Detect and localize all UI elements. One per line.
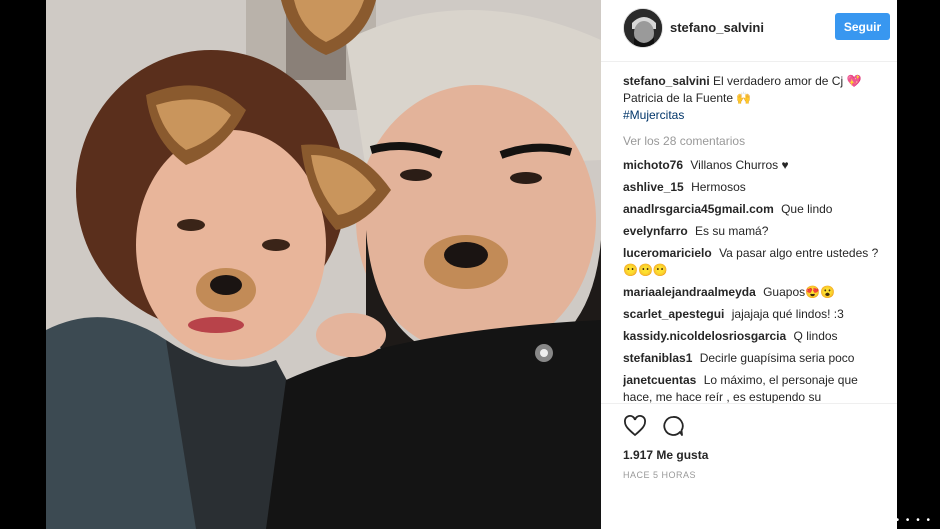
list-item: scarlet_apestegui jajajaja qué lindos! :… [623,306,889,323]
comment-username[interactable]: janetcuentas [623,373,696,387]
comment-text: Villanos Churros ♥ [690,158,789,172]
more-dots-icon: • • • • [895,515,932,526]
comment-username[interactable]: evelynfarro [623,224,688,238]
avatar-image [624,9,662,47]
comment-text: Es su mamá? [695,224,769,238]
post-actions: 1.917 Me gusta HACE 5 HORAS [601,403,897,529]
comment-text: Hermosos [691,180,746,194]
view-all-comments-link[interactable]: Ver los 28 comentarios [623,133,889,150]
post-timestamp: HACE 5 HORAS [623,470,697,480]
list-item: luceromaricielo Va pasar algo entre uste… [623,245,889,279]
list-item: janetcuentas Lo máximo, el personaje que… [623,372,889,403]
comment-username[interactable]: michoto76 [623,158,683,172]
heart-icon[interactable] [623,414,647,438]
comment-username[interactable]: mariaalejandraalmeyda [623,285,756,299]
comments-list: stefano_salvini El verdadero amor de Cj … [623,73,889,403]
list-item: kassidy.nicoldelosriosgarcia Q lindos [623,328,889,345]
post-details-panel: stefano_salvini Seguir stefano_salvini E… [601,0,897,529]
comment-text: jajajaja qué lindos! :3 [731,307,844,321]
comment-text: Que lindo [781,202,833,216]
comment-text: Decirle guapísima seria poco [699,351,855,365]
comment-username[interactable]: anadlrsgarcia45gmail.com [623,202,774,216]
comment-username[interactable]: luceromaricielo [623,246,712,260]
list-item: anadlrsgarcia45gmail.com Que lindo [623,201,889,218]
caption-username[interactable]: stefano_salvini [623,74,710,88]
comment-username[interactable]: ashlive_15 [623,180,684,194]
likes-count[interactable]: 1.917 Me gusta [623,448,708,462]
post-caption: stefano_salvini El verdadero amor de Cj … [623,73,889,124]
post-header: stefano_salvini Seguir [601,0,897,62]
list-item: michoto76 Villanos Churros ♥ [623,157,889,174]
list-item: ashlive_15 Hermosos [623,179,889,196]
photo-illustration [46,0,601,529]
comment-username[interactable]: scarlet_apestegui [623,307,724,321]
comment-username[interactable]: kassidy.nicoldelosriosgarcia [623,329,786,343]
comment-username[interactable]: stefaniblas1 [623,351,692,365]
hashtag-link[interactable]: #Mujercitas [623,108,684,122]
header-username[interactable]: stefano_salvini [670,20,764,35]
comment-icon[interactable] [661,414,685,438]
follow-button[interactable]: Seguir [835,13,890,40]
post-photo[interactable] [46,0,601,529]
list-item: stefaniblas1 Decirle guapísima seria poc… [623,350,889,367]
comment-text: Guapos😍😮 [763,285,836,299]
comment-text: Q lindos [793,329,838,343]
list-item: evelynfarro Es su mamá? [623,223,889,240]
avatar[interactable] [623,8,663,48]
list-item: mariaalejandraalmeyda Guapos😍😮 [623,284,889,301]
